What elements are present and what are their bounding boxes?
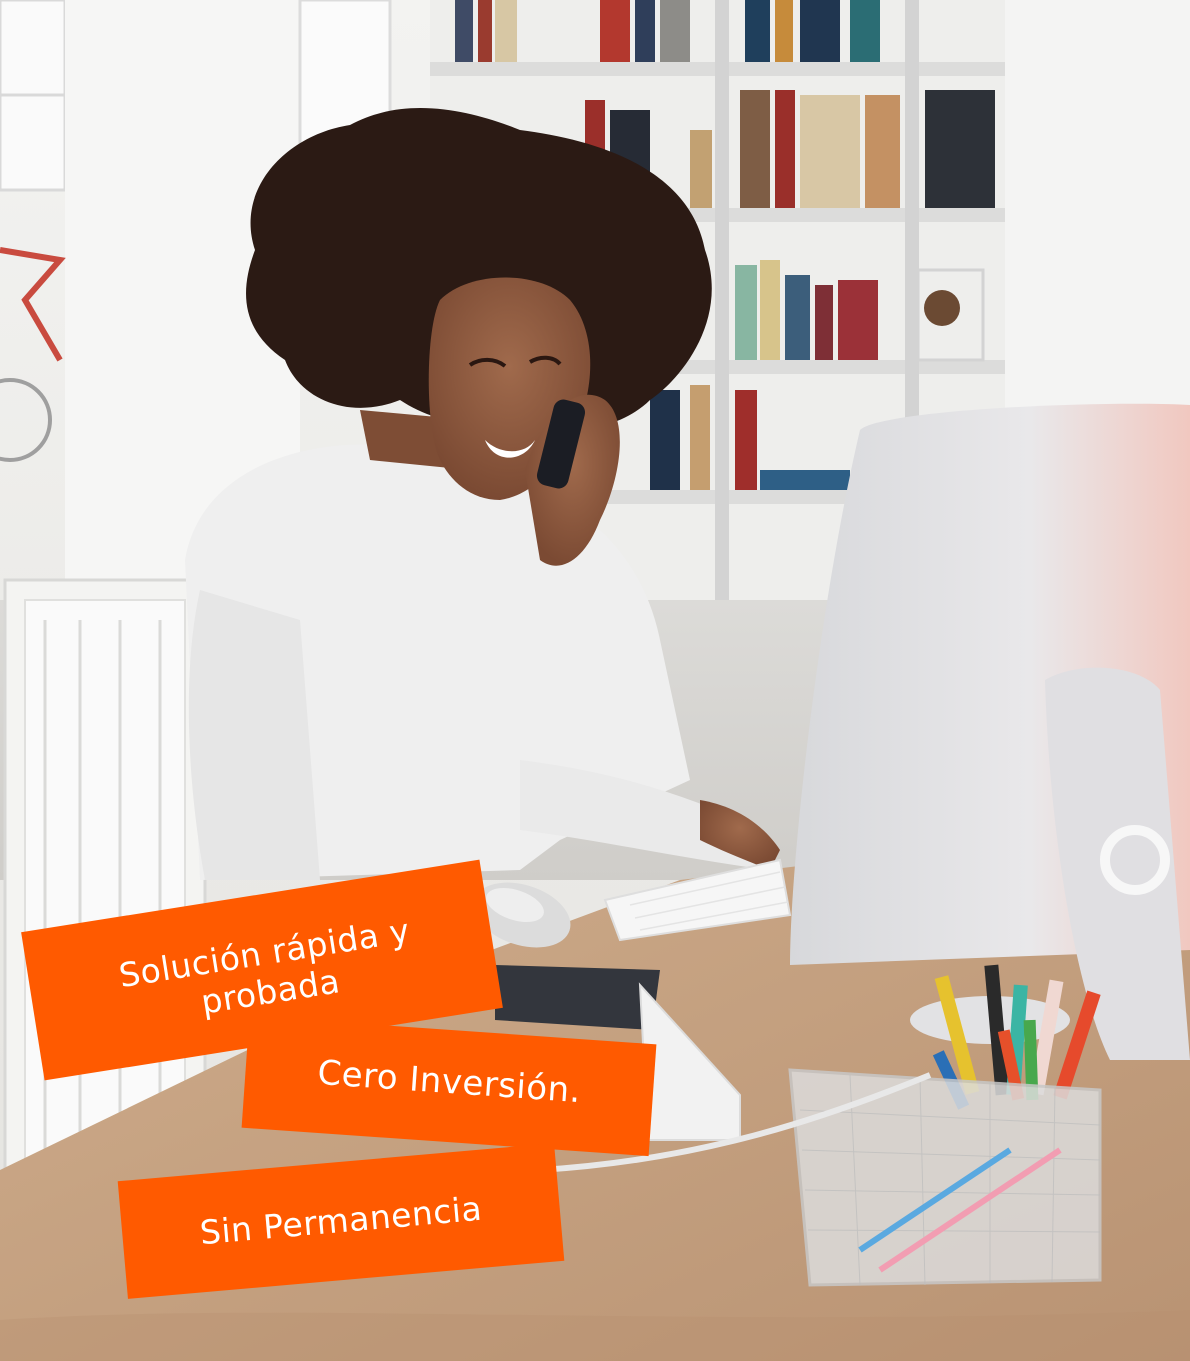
- tag-no-commitment-text: Sin Permanencia: [198, 1188, 484, 1252]
- office-photo: [0, 0, 1190, 1361]
- hero-scene: Solución rápida y probada Cero Inversión…: [0, 0, 1190, 1361]
- tag-zero-investment-text: Cero Inversión.: [316, 1052, 583, 1112]
